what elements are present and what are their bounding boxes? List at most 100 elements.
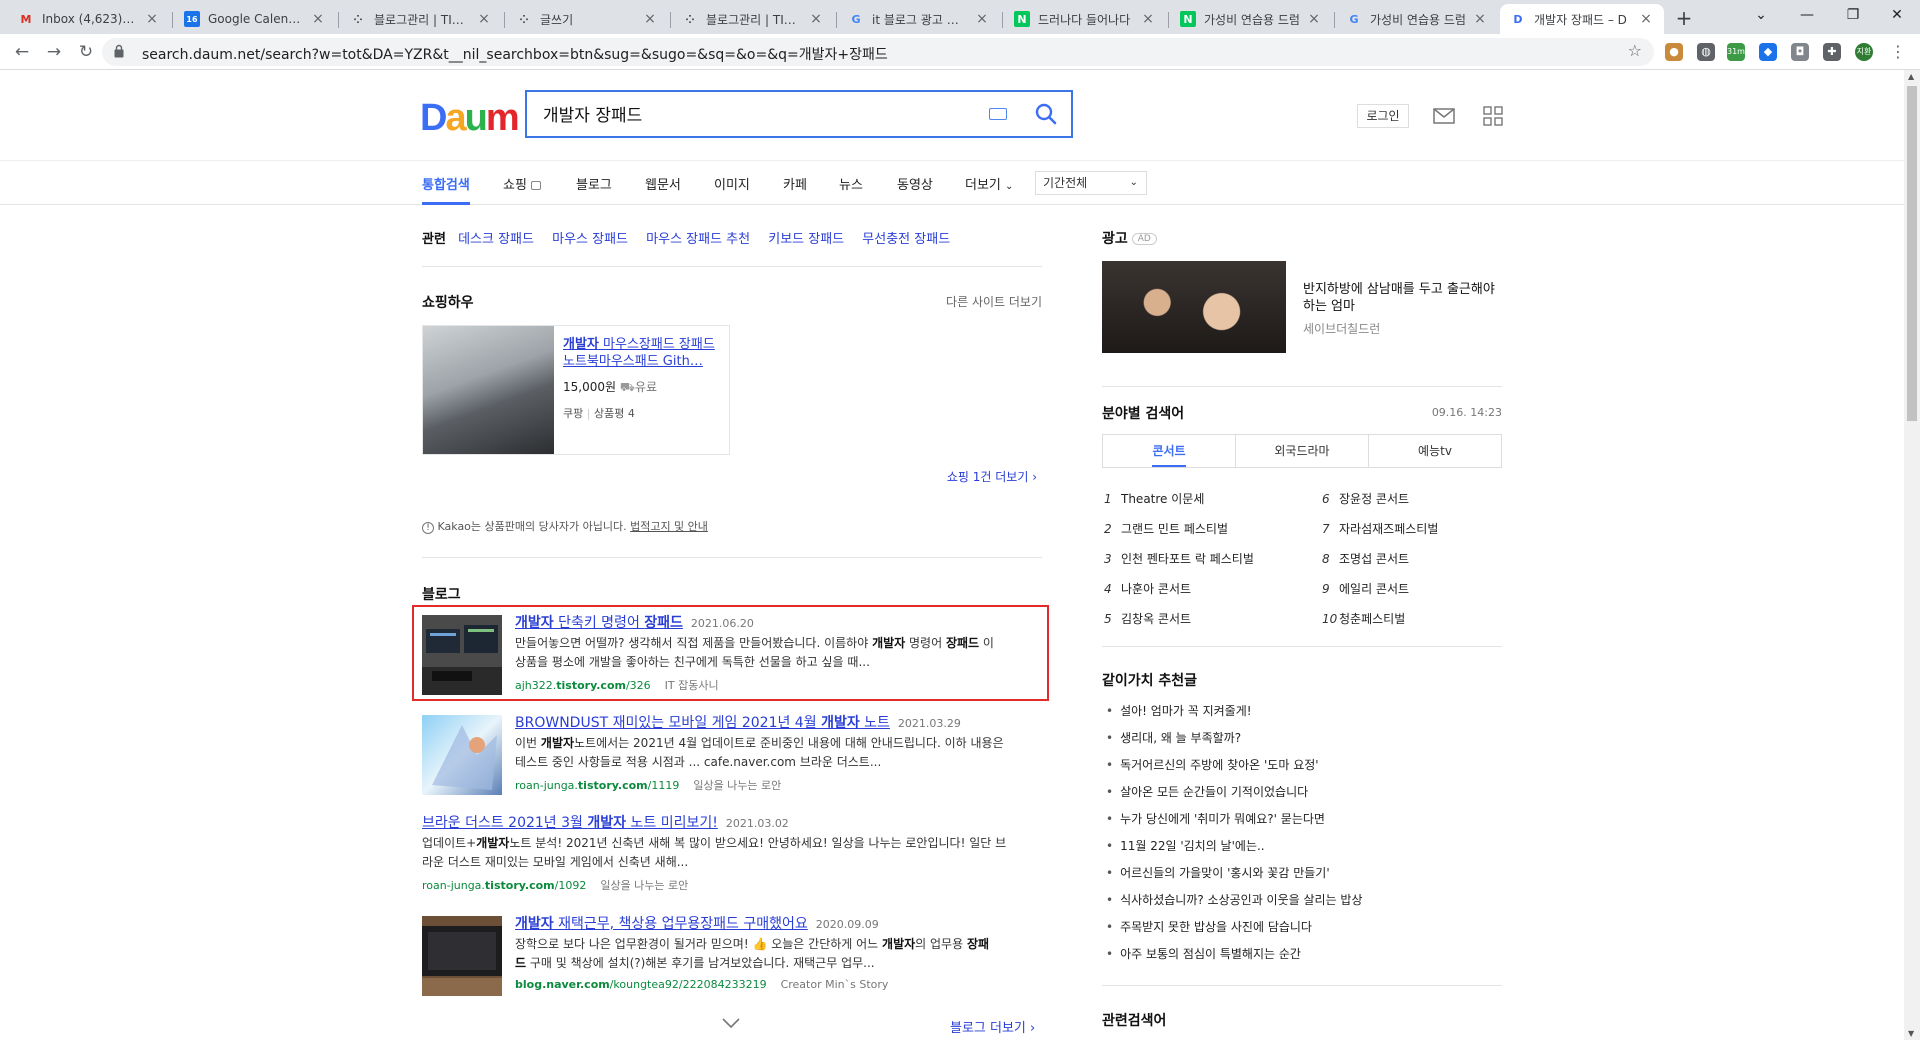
- tab-web[interactable]: 웹문서: [645, 174, 681, 193]
- extension-cookie-icon[interactable]: ●: [1665, 43, 1683, 61]
- address-bar[interactable]: search.daum.net/search?w=tot&DA=YZR&t__n…: [102, 38, 1654, 66]
- rank-item[interactable]: 10 청춘페스티벌: [1322, 610, 1405, 627]
- blog-result-title[interactable]: BROWNDUST 재미있는 모바일 게임 2021년 4월 개발자 노트 202…: [515, 712, 961, 732]
- expand-chevron-icon[interactable]: [722, 1018, 740, 1028]
- forward-icon[interactable]: →: [42, 40, 66, 64]
- blog-source[interactable]: roan-junga.tistory.com/1119 일상을 나누는 로안: [515, 777, 781, 793]
- recommend-link[interactable]: 생리대, 왜 늘 부족할까?: [1106, 729, 1241, 746]
- tab-foreign-drama[interactable]: 외국드라마: [1235, 435, 1368, 467]
- rank-item[interactable]: 2 그랜드 민트 페스티벌: [1104, 520, 1228, 537]
- mail-icon[interactable]: [1433, 108, 1455, 124]
- blog-result-title[interactable]: 개발자 재택근무, 책상용 업무용장패드 구매했어요 2020.09.09: [515, 913, 879, 933]
- browser-tab[interactable]: ⁘ 블로그관리 | TISTO ×: [340, 4, 502, 34]
- bookmark-star-icon[interactable]: ☆: [1628, 41, 1642, 60]
- recommend-link[interactable]: 누가 당신에게 '취미가 뭐예요?' 묻는다면: [1106, 810, 1325, 827]
- extensions-puzzle-icon[interactable]: ✚: [1823, 43, 1841, 61]
- page-scrollbar[interactable]: ▲ ▼: [1904, 70, 1920, 1040]
- tab-image[interactable]: 이미지: [714, 174, 750, 193]
- ad-headline[interactable]: 반지하방에 삼남매를 두고 출근해야 하는 엄마: [1303, 281, 1503, 315]
- close-tab-icon[interactable]: ×: [1140, 11, 1156, 27]
- shopping-product-card[interactable]: 개발자 마우스장패드 장패드 노트북마우스패드 Gith… 15,000원 ⛟유…: [422, 325, 730, 455]
- tab-concert[interactable]: 콘서트: [1103, 435, 1235, 467]
- recommend-link[interactable]: 주목받지 못한 밥상을 사진에 담습니다: [1106, 918, 1312, 935]
- minimize-button[interactable]: —: [1784, 0, 1830, 30]
- ad-image[interactable]: [1102, 261, 1286, 353]
- related-link[interactable]: 마우스 장패드: [552, 232, 628, 247]
- related-link[interactable]: 데스크 장패드: [458, 232, 534, 247]
- rank-item[interactable]: 8 조명섭 콘서트: [1322, 550, 1409, 567]
- product-thumbnail[interactable]: [423, 326, 554, 454]
- recommend-link[interactable]: 독거어르신의 주방에 찾아온 '도마 요정': [1106, 756, 1319, 773]
- recommend-link[interactable]: 설아! 엄마가 꼭 지켜줄게!: [1106, 702, 1251, 719]
- recommend-link[interactable]: 살아온 모든 순간들이 기적이었습니다: [1106, 783, 1308, 800]
- tab-shopping[interactable]: 쇼핑: [503, 174, 542, 193]
- browser-tab[interactable]: G 가성비 연습용 드럼 ×: [1336, 4, 1498, 34]
- close-tab-icon[interactable]: ×: [144, 11, 160, 27]
- keyboard-icon[interactable]: [989, 108, 1007, 120]
- browser-tab[interactable]: ⁘ 블로그관리 | TISTO ×: [672, 4, 834, 34]
- close-tab-icon[interactable]: ×: [808, 11, 824, 27]
- blog-thumbnail[interactable]: [422, 715, 502, 795]
- restore-button[interactable]: ❐: [1830, 0, 1876, 30]
- profile-avatar[interactable]: 지환: [1855, 43, 1873, 61]
- product-title[interactable]: 개발자 마우스장패드 장패드 노트북마우스패드 Gith…: [563, 336, 723, 372]
- browser-tab[interactable]: G it 블로그 광고 수익 ×: [838, 4, 1000, 34]
- close-tab-icon[interactable]: ×: [642, 11, 658, 27]
- close-tab-icon[interactable]: ×: [1472, 11, 1488, 27]
- rank-item[interactable]: 3 인천 펜타포트 락 페스티벌: [1104, 550, 1254, 567]
- browser-tab-active[interactable]: D 개발자 장패드 – D ×: [1500, 4, 1664, 34]
- tab-video[interactable]: 동영상: [897, 174, 933, 193]
- blog-thumbnail[interactable]: [422, 916, 502, 996]
- close-tab-icon[interactable]: ×: [310, 11, 326, 27]
- tab-all[interactable]: 통합검색: [422, 174, 470, 193]
- related-link[interactable]: 마우스 장패드 추천: [646, 232, 750, 247]
- rank-item[interactable]: 5 김창옥 콘서트: [1104, 610, 1191, 627]
- blog-result-title[interactable]: 브라운 더스트 2021년 3월 개발자 노트 미리보기! 2021.03.02: [422, 812, 789, 832]
- reload-icon[interactable]: ↻: [74, 40, 98, 64]
- apps-grid-icon[interactable]: [1483, 106, 1503, 126]
- scroll-up-icon[interactable]: ▲: [1908, 72, 1914, 81]
- related-link[interactable]: 무선충전 장패드: [862, 232, 950, 247]
- blog-source[interactable]: blog.naver.com/koungtea92/222084233219 C…: [515, 978, 888, 991]
- rank-item[interactable]: 7 자라섬재즈페스티벌: [1322, 520, 1438, 537]
- rank-item[interactable]: 4 나훈아 콘서트: [1104, 580, 1191, 597]
- close-tab-icon[interactable]: ×: [476, 11, 492, 27]
- close-tab-icon[interactable]: ×: [1638, 11, 1654, 27]
- tab-blog[interactable]: 블로그: [576, 174, 612, 193]
- scroll-down-icon[interactable]: ▼: [1908, 1029, 1914, 1038]
- recommend-link[interactable]: 아주 보통의 점심이 특별해지는 순간: [1106, 945, 1301, 962]
- back-icon[interactable]: ←: [10, 40, 34, 64]
- rank-item[interactable]: 1 Theatre 이문세: [1104, 490, 1204, 507]
- daum-logo[interactable]: Daum: [420, 97, 520, 140]
- tab-more[interactable]: 더보기 ⌄: [965, 174, 1013, 193]
- extension-camera-icon[interactable]: ◘: [1791, 43, 1809, 61]
- browser-tab[interactable]: N 드러나다 들어나다 ×: [1004, 4, 1166, 34]
- browser-menu-icon[interactable]: ⋮: [1889, 43, 1907, 61]
- extension-timer-icon[interactable]: 31m: [1727, 43, 1745, 61]
- extension-tag-icon[interactable]: ◆: [1759, 43, 1777, 61]
- recommend-link[interactable]: 어르신들의 가을맞이 '홍시와 꽃감 만들기': [1106, 864, 1330, 881]
- legal-notice-link[interactable]: 법적고지 및 안내: [630, 520, 708, 533]
- extension-globe-icon[interactable]: ◍: [1697, 43, 1715, 61]
- scroll-thumb[interactable]: [1907, 86, 1917, 421]
- browser-tab[interactable]: 16 Google Calendar - ×: [174, 4, 336, 34]
- recommend-link[interactable]: 식사하셨습니까? 소상공인과 이웃을 살리는 밥상: [1106, 891, 1362, 908]
- tab-variety-tv[interactable]: 예능tv: [1368, 435, 1501, 467]
- period-select[interactable]: 기간전체 ⌄: [1035, 171, 1147, 195]
- close-tab-icon[interactable]: ×: [1306, 11, 1322, 27]
- blog-more-link[interactable]: 블로그 더보기 ›: [950, 1017, 1035, 1036]
- tab-search-icon[interactable]: ⌄: [1738, 0, 1784, 30]
- login-button[interactable]: 로그인: [1357, 104, 1409, 128]
- close-tab-icon[interactable]: ×: [974, 11, 990, 27]
- close-window-button[interactable]: ✕: [1874, 0, 1920, 30]
- other-sites-link[interactable]: 다른 사이트 더보기: [946, 293, 1042, 310]
- related-link[interactable]: 키보드 장패드: [768, 232, 844, 247]
- blog-source[interactable]: roan-junga.tistory.com/1092 일상을 나누는 로안: [422, 877, 688, 893]
- rank-item[interactable]: 9 에일리 콘서트: [1322, 580, 1409, 597]
- browser-tab[interactable]: N 가성비 연습용 드럼 ×: [1170, 4, 1332, 34]
- shopping-more-link[interactable]: 쇼핑 1건 더보기 ›: [947, 468, 1037, 485]
- recommend-link[interactable]: 11월 22일 '김치의 날'에는..: [1106, 837, 1265, 854]
- search-icon[interactable]: [1035, 103, 1057, 125]
- browser-tab[interactable]: M Inbox (4,623) - jih ×: [8, 4, 170, 34]
- search-input[interactable]: [543, 103, 943, 123]
